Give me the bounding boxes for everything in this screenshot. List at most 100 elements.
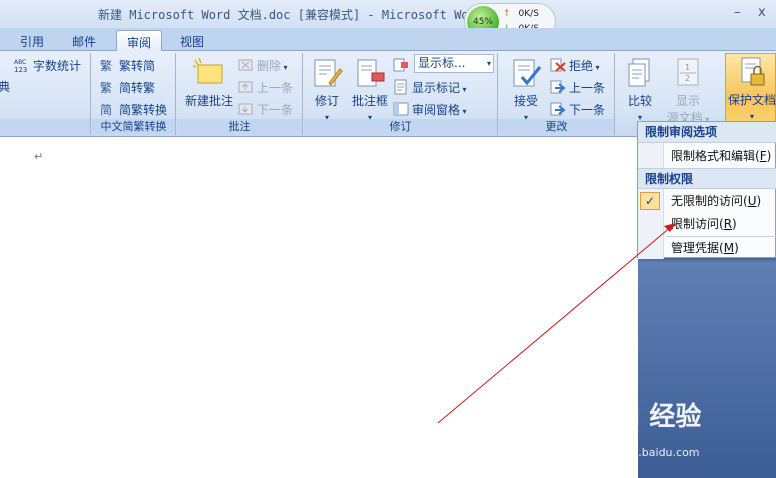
track-label: 修订 <box>314 94 339 108</box>
chevron-down-icon: ▾ <box>749 112 754 121</box>
minimize-button[interactable]: – <box>734 5 741 20</box>
reject-icon <box>550 57 566 73</box>
display-for-review-value: 显示标... <box>418 56 466 70</box>
next-comment-button[interactable]: 下一条 <box>238 100 293 120</box>
accept-button[interactable]: 接受 ▾ <box>507 57 545 123</box>
show-source-label-1: 显示 <box>675 94 700 108</box>
manage-credentials-label: 管理凭据 <box>671 241 720 255</box>
prev-comment-button[interactable]: 上一条 <box>238 78 293 98</box>
protect-document-label: 保护文档 <box>727 93 776 107</box>
tab-references[interactable]: 引用 <box>10 30 54 51</box>
upload-rate: ↑ 0K/S <box>503 9 539 19</box>
reviewing-pane-button[interactable]: 审阅窗格 ▾ <box>393 100 467 120</box>
ribbon-tabs: 引用 邮件 审阅 视图 <box>0 28 776 51</box>
svg-text:ABC: ABC <box>14 59 26 66</box>
reviewing-pane-icon <box>393 101 409 117</box>
tab-view[interactable]: 视图 <box>170 30 214 51</box>
show-source-icon: 12 <box>672 57 704 89</box>
restricted-access-item[interactable]: 限制访问(R) <box>638 213 776 235</box>
track-changes-icon <box>311 57 343 89</box>
show-markup-label: 显示标记 <box>412 81 461 95</box>
prev-change-icon <box>550 79 566 95</box>
up-arrow-icon: ↑ <box>503 9 511 19</box>
restrict-formatting-item[interactable]: 限制格式和编辑(F) <box>638 145 776 167</box>
close-button[interactable]: x <box>758 5 766 20</box>
menu-header-restrict-permission: 限制权限 <box>638 168 776 189</box>
track-changes-button[interactable]: 修订 ▾ <box>310 57 344 123</box>
simp-to-trad-icon: 繁 <box>100 79 116 95</box>
manage-credentials-item[interactable]: 管理凭据(M) <box>638 237 776 259</box>
lock-document-icon <box>736 56 768 88</box>
balloon-label: 批注框 <box>351 94 388 108</box>
balloons-button[interactable]: 批注框 ▾ <box>350 57 390 123</box>
delete-comment-button[interactable]: 删除 ▾ <box>238 56 288 76</box>
show-markup-icon <box>393 79 409 95</box>
group-comments: 新建批注 删除 ▾ 上一条 下一条 批注 <box>177 53 303 135</box>
compare-icon <box>624 57 656 89</box>
tab-review[interactable]: 审阅 <box>116 30 163 51</box>
balloons-icon <box>354 57 386 89</box>
new-comment-icon <box>192 57 225 89</box>
display-for-review-dropdown[interactable]: 显示标... ▾ <box>414 54 494 73</box>
trad-label: 繁转简 <box>119 59 156 73</box>
unrestricted-access-key: U <box>747 194 757 208</box>
compare-button[interactable]: 比较 ▾ <box>622 57 658 123</box>
svg-text:繁: 繁 <box>100 80 112 95</box>
unrestricted-access-item[interactable]: ✓ 无限制的访问(U) <box>638 190 776 212</box>
group-label-chinese: 中文简繁转换 <box>92 119 175 134</box>
prev-comment-icon <box>238 79 254 95</box>
svg-text:繁: 繁 <box>100 58 112 73</box>
prev-change-label: 上一条 <box>569 81 606 95</box>
next-change-icon <box>550 101 566 117</box>
upload-rate-value: 0K/S <box>518 9 539 19</box>
word-count-label: 字数统计 <box>33 59 82 73</box>
svg-text:2: 2 <box>685 74 690 83</box>
thesaurus-button[interactable]: 典 <box>0 77 10 97</box>
chevron-down-icon: ▾ <box>281 63 288 72</box>
display-for-review-icon <box>393 57 409 73</box>
convert-label: 简繁转换 <box>119 103 168 117</box>
simp-label: 简转繁 <box>119 81 156 95</box>
new-comment-label: 新建批注 <box>184 94 233 108</box>
show-markup-button[interactable]: 显示标记 ▾ <box>393 78 467 98</box>
show-source-button[interactable]: 12 显示 源文档 ▾ <box>664 57 712 126</box>
menu-header-restrict-review: 限制审阅选项 <box>638 122 776 143</box>
new-comment-button[interactable]: 新建批注 <box>181 57 237 109</box>
chevron-down-icon: ▾ <box>460 85 467 94</box>
next-change-button[interactable]: 下一条 <box>550 100 605 120</box>
accept-icon <box>510 57 542 89</box>
prev-change-button[interactable]: 上一条 <box>550 78 605 98</box>
group-changes: 接受 ▾ 拒绝 ▾ 上一条 下一条 更改 <box>499 53 615 135</box>
delete-label: 删除 <box>257 59 282 73</box>
restricted-access-label: 限制访问 <box>671 217 720 231</box>
reject-label: 拒绝 <box>569 59 594 73</box>
restricted-access-key: R <box>723 217 733 231</box>
tab-mailings[interactable]: 邮件 <box>62 30 106 51</box>
trad-to-simp-button[interactable]: 繁繁转简 <box>100 56 155 76</box>
protect-document-inner: 保护文档 ▾ <box>726 56 776 122</box>
svg-text:1: 1 <box>685 63 690 72</box>
chevron-down-icon: ▾ <box>486 59 491 68</box>
unrestricted-access-label: 无限制的访问 <box>671 194 744 208</box>
paragraph-mark: ↵ <box>34 150 44 163</box>
protect-document-menu: 限制审阅选项 限制格式和编辑(F) 限制权限 ✓ 无限制的访问(U) 限制访问(… <box>637 121 776 259</box>
restrict-formatting-key: F <box>759 149 767 163</box>
prev-label: 上一条 <box>257 81 294 95</box>
restrict-formatting-label: 限制格式和编辑 <box>671 149 756 163</box>
accept-label: 接受 <box>513 94 538 108</box>
word-count-button[interactable]: ABC 123 字数统计 <box>14 56 81 76</box>
chevron-down-icon: ▾ <box>593 63 600 72</box>
group-label-comments: 批注 <box>177 119 302 134</box>
group-label <box>0 119 90 134</box>
group-proofing: 典 ABC 123 字数统计 <box>0 53 91 135</box>
chevron-down-icon: ▾ <box>460 107 467 116</box>
window-title: 新建 Microsoft Word 文档.doc [兼容模式] - Micros… <box>98 8 468 22</box>
reject-button[interactable]: 拒绝 ▾ <box>550 56 600 76</box>
svg-text:简: 简 <box>100 103 112 117</box>
compare-label: 比较 <box>627 94 652 108</box>
simp-to-trad-button[interactable]: 繁简转繁 <box>100 78 155 98</box>
checkmark-icon: ✓ <box>640 192 660 210</box>
watermark-url: jingyan.baidu.com <box>598 446 700 459</box>
title-bar: 新建 Microsoft Word 文档.doc [兼容模式] - Micros… <box>0 0 776 28</box>
chinese-convert-button[interactable]: 简简繁转换 <box>100 100 167 120</box>
